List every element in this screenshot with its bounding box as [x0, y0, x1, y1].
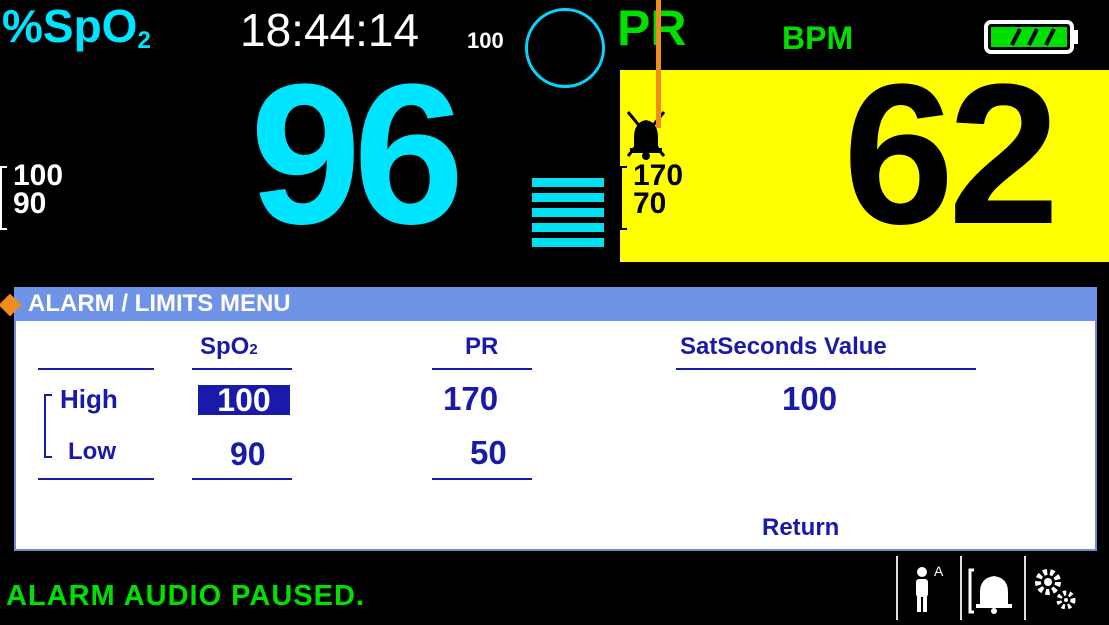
patient-mode-icon: A	[916, 563, 944, 612]
spo2-limit-high: 100	[13, 159, 64, 192]
row-high-label: High	[60, 384, 118, 414]
col-satseconds-divider	[676, 368, 976, 370]
alarm-bell-icon	[968, 568, 1012, 614]
col-pr-header: PR	[465, 333, 499, 360]
marker-line	[656, 0, 661, 128]
row-label-divider-bottom	[38, 478, 154, 480]
patient-mode-button[interactable]: A	[896, 556, 960, 620]
spo2-limit-low: 90	[13, 187, 47, 220]
pr-label: PR	[617, 0, 687, 56]
row-label-divider-top	[38, 368, 154, 370]
spo2-value: 96	[250, 43, 464, 266]
pr-limit-high: 170	[633, 159, 684, 192]
spo2-low-field[interactable]: 90	[230, 436, 266, 473]
pr-limit-low: 70	[633, 187, 667, 220]
status-message: ALARM AUDIO PAUSED.	[6, 580, 365, 612]
col-spo2-divider-bottom	[192, 478, 292, 480]
pr-high-field[interactable]: 170	[443, 380, 498, 418]
settings-button[interactable]	[1024, 556, 1109, 620]
pleth-indicator	[525, 8, 605, 88]
svg-text:A: A	[934, 563, 944, 579]
pr-value: 62	[843, 43, 1059, 266]
pr-low-field[interactable]: 50	[470, 434, 507, 472]
spo2-label: %SpO2	[2, 0, 151, 54]
col-pr-divider-top	[432, 368, 532, 370]
alarm-limits-button[interactable]	[960, 556, 1024, 620]
settings-gears-icon	[1035, 569, 1076, 610]
return-button[interactable]: Return	[762, 514, 839, 542]
row-bracket	[44, 394, 52, 458]
signal-strength-bars	[532, 178, 604, 248]
col-pr-divider-bottom	[432, 478, 532, 480]
menu-title: ALARM / LIMITS MENU	[28, 290, 291, 317]
spo2-high-field[interactable]: 100	[198, 384, 290, 416]
pr-limits: 170 70	[620, 159, 684, 230]
message-area	[190, 490, 594, 546]
col-satseconds-header: SatSeconds Value	[680, 333, 887, 360]
spo2-limits: 100 90	[0, 159, 64, 230]
col-spo2-header: SpO2	[200, 333, 258, 360]
row-low-label: Low	[68, 438, 116, 465]
satseconds-value-field[interactable]: 100	[782, 380, 837, 418]
col-spo2-divider-top	[192, 368, 292, 370]
pleth-scale-max: 100	[467, 28, 504, 53]
